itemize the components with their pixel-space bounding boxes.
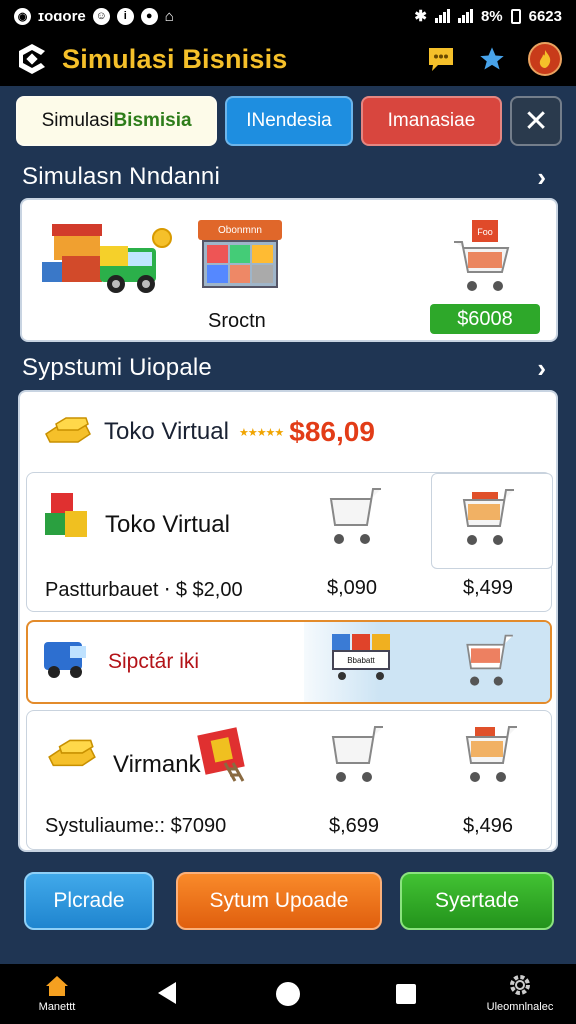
rating-stars: ★★★★★ [238, 426, 284, 439]
signal-icon [434, 9, 450, 23]
shop-stall-icon: Obonmnn [198, 220, 282, 298]
recents-icon[interactable] [396, 984, 416, 1004]
home-status-icon: ⌂ [164, 7, 174, 25]
clock-text: 6623 [528, 7, 562, 25]
price-badge[interactable]: $6008 [430, 304, 540, 334]
battery-text: 8% [480, 7, 503, 25]
shopping-cart-full-icon-3 [465, 726, 517, 782]
record-icon: ● [140, 7, 158, 25]
app-logo-icon[interactable] [14, 41, 50, 77]
carrier-text: ɪoɑore [38, 7, 86, 25]
upgrade-option-box[interactable] [431, 473, 553, 569]
tab-imanasiae[interactable]: Imanasiae [360, 96, 503, 146]
upgrade-row-toko[interactable]: Toko Virtual Pastturbauet ⋅ $ $2,00 $,09… [26, 472, 553, 612]
chevron-right-icon-2[interactable]: › [537, 353, 546, 384]
gold-bar-icon [45, 417, 91, 443]
chat-icon[interactable] [426, 45, 456, 73]
card-label: Sroctn [208, 310, 266, 332]
upgrade-row-virmank[interactable]: Virmank Systuliaume:: $7090 $,699 $,496 [26, 710, 552, 850]
notification-icon: ◉ [14, 7, 31, 25]
row-title-c: Virmank [113, 751, 201, 778]
panel-header: Toko Virtual ★★★★★ $86,09 [42, 412, 375, 452]
close-tab-button[interactable]: ✕ [510, 96, 562, 146]
home-circle-icon[interactable] [276, 982, 300, 1006]
shopping-cart-icon-3 [331, 726, 383, 782]
battery-icon [510, 8, 521, 24]
stall-ladder-icon [197, 727, 245, 782]
nav-home-label: Manettt [38, 1001, 76, 1013]
tab-indonesia[interactable]: INendesia [225, 96, 353, 146]
back-icon[interactable] [158, 982, 176, 1004]
upgrade-blue-button[interactable]: Plcrade [24, 872, 154, 930]
section-title-upgrade: Sypstumi Uiopale [22, 354, 212, 381]
price-2-c: $,496 [463, 815, 514, 837]
shopping-cart-icon-empty [329, 488, 381, 544]
blocks-icon [45, 493, 87, 537]
row-title-selected: Sipctár iki [108, 650, 200, 673]
info-icon: i [116, 7, 134, 25]
status-bar: ◉ ɪoɑore ☺ i ● ⌂ ✱ 8% 6623 [0, 0, 576, 32]
price-2: $,499 [463, 577, 514, 599]
row-footer: Pastturbauet ⋅ $ $2,00 [45, 579, 243, 601]
nav-settings-label: Uleomnlnalec [486, 1001, 554, 1013]
upgrade-row-selected[interactable]: Sipctár iki Bbabatt [26, 620, 552, 704]
nav-home[interactable]: Manettt [32, 974, 82, 1013]
bluetooth-icon: ✱ [414, 8, 427, 25]
van-icon [44, 642, 86, 678]
store-kiosk-icon: Bbabatt [332, 634, 390, 686]
app-title: Simulasi Bisnisis [62, 43, 288, 74]
price-1: $,090 [327, 577, 378, 599]
app-bar: Simulasi Bisnisis [0, 32, 576, 86]
tab-bar: Simulasi Bismisia INendesia Imanasiae ✕ [16, 96, 562, 148]
tab-simulasi-bisnis[interactable]: Simulasi Bismisia [16, 96, 218, 146]
row-title: Toko Virtual [105, 511, 230, 538]
price-1-c: $,699 [329, 815, 380, 837]
shopping-cart-full-icon-2 [466, 634, 513, 686]
upgrade-panel: Toko Virtual ★★★★★ $86,09 Toko Virtual P… [18, 390, 558, 852]
section-title-simulasi: Simulasn Nndanni [22, 163, 220, 190]
delivery-truck-icon [42, 224, 172, 293]
gear-icon [510, 975, 530, 995]
header-amount: $86,09 [289, 416, 375, 447]
store-name: Toko Virtual [104, 418, 229, 445]
signal-icon-2 [457, 9, 473, 23]
gold-bar-icon-2 [48, 739, 96, 767]
profile-fire-icon[interactable] [528, 42, 562, 76]
smiley-icon: ☺ [92, 7, 110, 25]
star-icon[interactable] [478, 45, 506, 73]
nav-settings[interactable]: Uleomnlnalec [478, 972, 562, 1013]
navigation-bar: Manettt Uleomnlnalec [0, 964, 576, 1024]
home-icon [46, 976, 68, 996]
upgrade-green-button[interactable]: Syertade [400, 872, 554, 930]
chevron-right-icon[interactable]: › [537, 162, 546, 193]
simulation-card[interactable]: Obonmnn Foo Sroctn $6008 [20, 198, 558, 342]
row-footer-c: Systuliaume:: $7090 [45, 815, 227, 837]
shopping-cart-full-icon [462, 489, 514, 545]
shopping-cart-icon: Foo [454, 220, 510, 291]
system-upgrade-button[interactable]: Sytum Upoade [176, 872, 382, 930]
svg-text:Foo: Foo [477, 227, 493, 237]
